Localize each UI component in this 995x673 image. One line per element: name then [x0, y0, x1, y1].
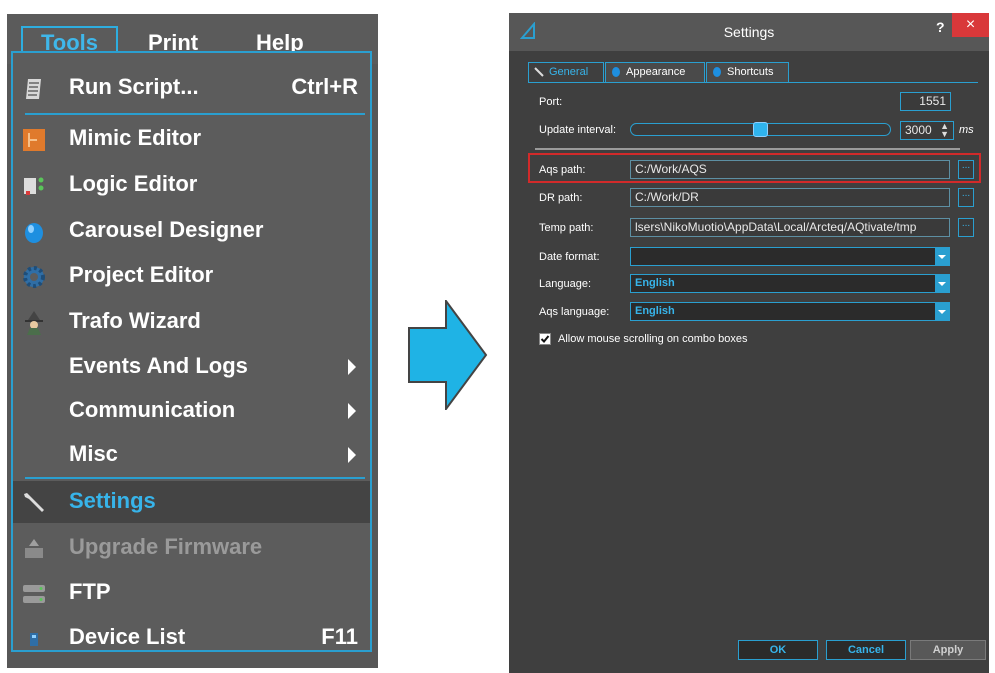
menu-item-project-editor[interactable]: Project Editor	[13, 255, 370, 297]
scroll-checkbox-label: Allow mouse scrolling on combo boxes	[558, 333, 748, 345]
dr-path-label: DR path:	[539, 192, 583, 204]
wrench-icon	[24, 493, 44, 512]
checkmark-icon	[540, 335, 550, 343]
ok-button[interactable]: OK	[738, 640, 818, 660]
menu-item-label: Logic Editor	[69, 171, 198, 196]
chevron-down-icon[interactable]	[935, 303, 949, 320]
shortcut-label: F11	[321, 624, 358, 649]
aqs-language-label: Aqs language:	[539, 306, 610, 318]
wizard-icon	[25, 311, 43, 335]
script-icon	[26, 79, 41, 99]
menu-item-label: Device List	[69, 624, 186, 649]
device-list-icon	[30, 633, 38, 646]
menu-item-label: Events And Logs	[69, 353, 248, 378]
menu-item-logic-editor[interactable]: Logic Editor	[13, 164, 370, 206]
update-interval-unit: ms	[959, 124, 974, 136]
tab-general[interactable]: General	[528, 62, 604, 83]
dr-path-input[interactable]: C:/Work/DR	[630, 188, 950, 207]
aqs-path-input[interactable]: C:/Work/AQS	[630, 160, 950, 179]
menu-item-label: Mimic Editor	[69, 125, 202, 150]
date-format-label: Date format:	[539, 251, 600, 263]
chevron-down-icon[interactable]	[935, 248, 949, 265]
settings-divider	[535, 148, 960, 150]
logic-editor-icon	[24, 177, 44, 195]
tab-label: General	[549, 66, 589, 78]
menu-item-mimic-editor[interactable]: Mimic Editor	[13, 118, 370, 160]
date-format-select[interactable]	[630, 247, 950, 266]
dr-path-browse-button[interactable]: ...	[958, 188, 974, 207]
right-arrow-icon	[408, 300, 488, 410]
update-interval-value: 3000	[905, 123, 932, 137]
aqs-path-label: Aqs path:	[539, 164, 586, 176]
menu-item-upgrade-firmware[interactable]: Upgrade Firmware	[13, 527, 370, 569]
spin-arrows-icon[interactable]: ▲ ▼	[940, 122, 949, 139]
tools-dropdown: Run Script... Ctrl+R Mimic Editor Logic …	[11, 51, 372, 652]
menu-item-communication[interactable]: Communication	[13, 390, 370, 432]
language-value: English	[635, 277, 675, 289]
aqs-language-select[interactable]: English	[630, 302, 950, 321]
menu-separator	[25, 477, 365, 479]
port-label: Port:	[539, 96, 563, 108]
close-button[interactable]: ×	[952, 13, 989, 37]
appearance-icon	[612, 67, 620, 77]
upgrade-firmware-icon	[25, 539, 43, 558]
menu-item-label: Trafo Wizard	[69, 308, 201, 333]
menu-item-run-script[interactable]: Run Script... Ctrl+R	[13, 67, 370, 109]
dialog-titlebar: Settings ? ×	[509, 13, 989, 51]
slider-handle[interactable]	[753, 122, 768, 137]
menu-item-label: FTP	[69, 579, 111, 604]
dialog-title: Settings	[723, 24, 775, 40]
apply-button[interactable]: Apply	[910, 640, 986, 660]
menu-item-settings[interactable]: Settings	[13, 481, 370, 523]
scroll-checkbox[interactable]	[539, 333, 551, 345]
ftp-icon	[23, 585, 45, 603]
port-input[interactable]: 1551	[900, 92, 951, 111]
menu-item-carousel-designer[interactable]: Carousel Designer	[13, 210, 370, 252]
temp-path-browse-button[interactable]: ...	[958, 218, 974, 237]
mimic-editor-icon	[23, 129, 45, 151]
chevron-down-icon[interactable]	[935, 275, 949, 292]
tab-label: Appearance	[626, 66, 686, 78]
help-button[interactable]: ?	[936, 19, 945, 35]
menu-item-label: Project Editor	[69, 262, 214, 287]
submenu-arrow-icon	[348, 447, 356, 463]
menu-item-misc[interactable]: Misc	[13, 434, 370, 476]
aqs-language-value: English	[635, 305, 675, 317]
update-interval-label: Update interval:	[539, 124, 617, 136]
menu-item-label: Upgrade Firmware	[69, 534, 263, 559]
wrench-icon	[534, 67, 544, 77]
menu-item-trafo-wizard[interactable]: Trafo Wizard	[13, 301, 370, 343]
menu-separator	[25, 113, 365, 115]
carousel-designer-icon	[25, 223, 43, 243]
submenu-arrow-icon	[348, 403, 356, 419]
tab-label: Shortcuts	[727, 66, 774, 78]
shortcut-label: Ctrl+R	[291, 74, 358, 99]
aqs-path-browse-button[interactable]: ...	[958, 160, 974, 179]
menu-item-label: Run Script...	[69, 74, 199, 99]
menu-item-device-list[interactable]: Device List F11	[13, 617, 370, 659]
update-interval-input[interactable]: 3000 ▲ ▼	[900, 121, 954, 140]
tab-shortcuts[interactable]: Shortcuts	[706, 62, 789, 83]
menu-item-label: Communication	[69, 397, 236, 422]
submenu-arrow-icon	[348, 359, 356, 375]
tab-appearance[interactable]: Appearance	[605, 62, 705, 83]
menu-item-label: Carousel Designer	[69, 217, 264, 242]
shortcuts-icon	[713, 67, 721, 77]
menu-item-label: Misc	[69, 441, 118, 466]
menu-item-label: Settings	[69, 488, 156, 513]
temp-path-label: Temp path:	[539, 222, 594, 234]
menu-item-ftp[interactable]: FTP	[13, 572, 370, 614]
cancel-button[interactable]: Cancel	[826, 640, 906, 660]
language-label: Language:	[539, 278, 591, 290]
language-select[interactable]: English	[630, 274, 950, 293]
temp-path-input[interactable]: lsers\NikoMuotio\AppData\Local/Arcteq/AQ…	[630, 218, 950, 237]
gear-icon	[23, 266, 45, 288]
menu-item-events-and-logs[interactable]: Events And Logs	[13, 346, 370, 388]
